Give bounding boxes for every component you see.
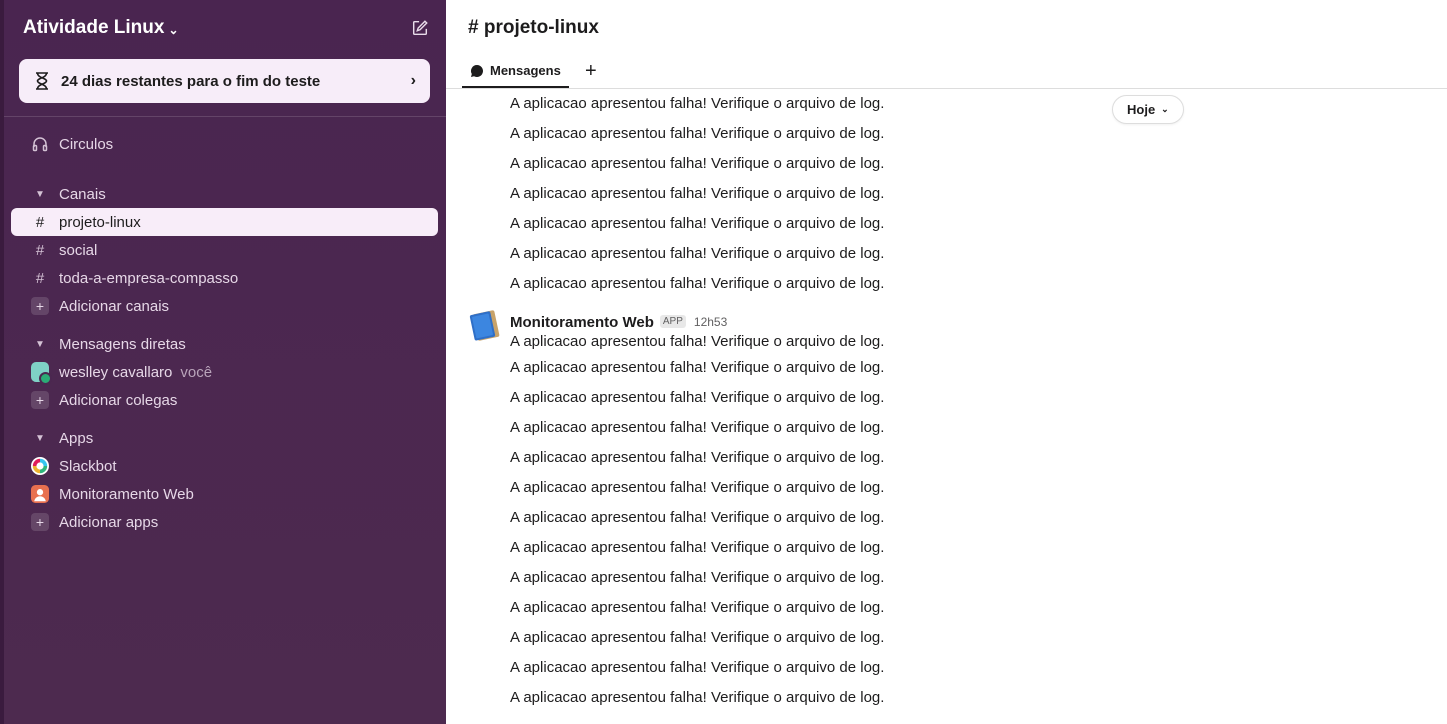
sidebar-item-label: social [59, 241, 98, 259]
sidebar-item-social[interactable]: # social [11, 236, 438, 264]
add-colleagues-label: Adicionar colegas [59, 391, 178, 409]
sidebar-item-label: toda-a-empresa-compasso [59, 269, 239, 287]
tab-messages[interactable]: Mensagens [462, 55, 569, 88]
message-text: A aplicacao apresentou falha! Verifique … [510, 155, 885, 172]
sidebar: Atividade Linux ⌄ 24 dias restantes para… [0, 0, 446, 724]
message-text: A aplicacao apresentou falha! Verifique … [510, 659, 885, 676]
dm-section-toggle[interactable]: ▼ Mensagens diretas [11, 330, 438, 358]
message-text: A aplicacao apresentou falha! Verifique … [510, 215, 885, 232]
workspace-switcher[interactable]: Atividade Linux ⌄ [23, 17, 179, 39]
headphones-icon [31, 136, 49, 152]
chevron-down-icon: ⌄ [168, 22, 179, 37]
message-text: A aplicacao apresentou falha! Verifique … [510, 275, 885, 292]
sidebar-divider [4, 116, 446, 117]
slackbot-avatar-wrap [31, 456, 49, 476]
sidebar-item-label: Monitoramento Web [59, 485, 194, 503]
section-label: Apps [59, 429, 94, 447]
channels-section-toggle[interactable]: ▼ Canais [11, 180, 438, 208]
add-colleagues-button[interactable]: + Adicionar colegas [11, 386, 438, 414]
sidebar-item-label: projeto-linux [59, 213, 141, 231]
plus-icon: + [584, 60, 597, 82]
plus-icon-wrap: + [31, 513, 49, 531]
sidebar-item-label: Slackbot [59, 457, 117, 475]
plus-icon: + [31, 297, 49, 315]
hash-icon: # [35, 269, 45, 287]
add-apps-label: Adicionar apps [59, 513, 159, 531]
channel-header[interactable]: # projeto-linux [446, 0, 1447, 56]
sidebar-item-projeto-linux[interactable]: # projeto-linux [11, 208, 438, 236]
sender-name[interactable]: Monitoramento Web [510, 314, 654, 331]
message-text: A aplicacao apresentou falha! Verifique … [510, 449, 885, 466]
compose-button[interactable] [408, 16, 432, 40]
workspace-name: Atividade Linux [23, 17, 165, 38]
chevron-right-icon: › [410, 72, 416, 89]
you-label: você [180, 363, 213, 381]
notebook-icon[interactable] [466, 307, 502, 343]
section-label: Canais [59, 185, 106, 203]
dm-user-name: weslley cavallaro [59, 363, 173, 381]
message-timestamp[interactable]: 12h53 [694, 315, 727, 329]
add-channels-label: Adicionar canais [59, 297, 170, 315]
compose-icon [412, 20, 428, 36]
sidebar-item-dm-self[interactable]: weslley cavallaro você [11, 358, 438, 386]
section-label: Mensagens diretas [59, 335, 186, 353]
channel-view: # projeto-linux Mensagens + Hoje ⌄ A apl… [446, 0, 1447, 724]
workspace-header: Atividade Linux ⌄ [4, 0, 446, 56]
message-text: A aplicacao apresentou falha! Verifique … [510, 419, 885, 436]
plus-icon-wrap: + [31, 297, 49, 315]
add-tab-button[interactable]: + [575, 55, 607, 88]
trial-banner[interactable]: 24 dias restantes para o fim do teste › [19, 59, 430, 103]
slackbot-icon [31, 457, 49, 475]
plus-icon-wrap: + [31, 391, 49, 409]
chevron-down-icon: ⌄ [1161, 104, 1169, 114]
caret-down-icon: ▼ [35, 432, 45, 444]
message-text: A aplicacao apresentou falha! Verifique … [510, 629, 885, 646]
caret-down-icon: ▼ [35, 188, 45, 200]
apps-section-toggle[interactable]: ▼ Apps [11, 424, 438, 452]
sidebar-item-label: Circulos [59, 135, 114, 153]
channel-tabs: Mensagens + [446, 56, 1447, 89]
message-group-header: Monitoramento Web APP 12h53 [446, 299, 1447, 341]
tab-label: Mensagens [490, 63, 561, 78]
message-text: A aplicacao apresentou falha! Verifique … [510, 333, 885, 350]
plus-icon: + [31, 391, 49, 409]
sidebar-item-slackbot[interactable]: Slackbot [11, 452, 438, 480]
message-text: A aplicacao apresentou falha! Verifique … [510, 509, 885, 526]
message-text: A aplicacao apresentou falha! Verifique … [510, 125, 885, 142]
message-text: A aplicacao apresentou falha! Verifique … [510, 245, 885, 262]
channel-title: # projeto-linux [468, 17, 599, 38]
sidebar-item-monitoramento-web[interactable]: Monitoramento Web [11, 480, 438, 508]
avatar [31, 362, 52, 385]
app-avatar-icon [31, 485, 49, 503]
sidebar-item-huddles[interactable]: Circulos [11, 130, 438, 158]
add-channels-button[interactable]: + Adicionar canais [11, 292, 438, 320]
app-badge: APP [659, 315, 686, 328]
hash-icon: # [35, 241, 45, 259]
message-text: A aplicacao apresentou falha! Verifique … [510, 359, 885, 376]
message-text: A aplicacao apresentou falha! Verifique … [510, 185, 885, 202]
message-text: A aplicacao apresentou falha! Verifique … [510, 389, 885, 406]
add-apps-button[interactable]: + Adicionar apps [11, 508, 438, 536]
message-text: A aplicacao apresentou falha! Verifique … [510, 95, 885, 112]
message-text: A aplicacao apresentou falha! Verifique … [510, 479, 885, 496]
hourglass-icon [31, 72, 53, 90]
caret-down-icon: ▼ [35, 338, 45, 350]
message-list[interactable]: Hoje ⌄ A aplicacao apresentou falha! Ver… [446, 89, 1447, 724]
message-text: A aplicacao apresentou falha! Verifique … [510, 689, 885, 706]
sidebar-item-toda-a-empresa[interactable]: # toda-a-empresa-compasso [11, 264, 438, 292]
message-text: A aplicacao apresentou falha! Verifique … [510, 539, 885, 556]
date-label: Hoje [1127, 102, 1156, 117]
trial-banner-label: 24 dias restantes para o fim do teste [61, 72, 321, 90]
avatar-wrap [31, 362, 52, 385]
message-bubble-icon [470, 64, 483, 77]
hash-icon: # [35, 213, 45, 231]
avatar-wrap [31, 484, 49, 504]
date-divider-button[interactable]: Hoje ⌄ [1112, 95, 1184, 124]
plus-icon: + [31, 513, 49, 531]
message-text: A aplicacao apresentou falha! Verifique … [510, 599, 885, 616]
message-text: A aplicacao apresentou falha! Verifique … [510, 569, 885, 586]
